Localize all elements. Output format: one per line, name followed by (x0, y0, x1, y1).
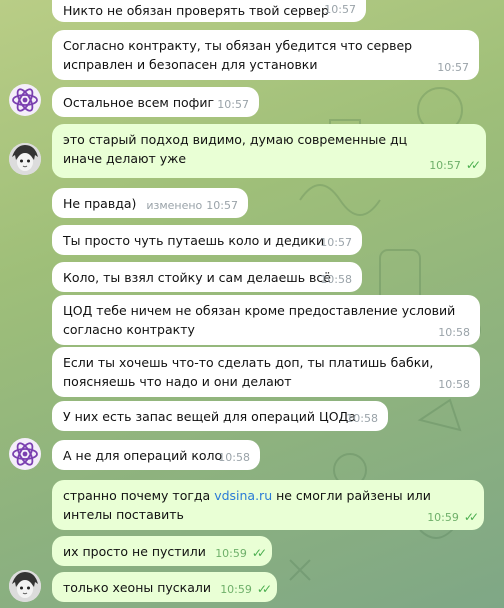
message-text: Коло, ты взял стойку и сам делаешь всё (63, 270, 331, 285)
message-bubble[interactable]: Коло, ты взял стойку и сам делаешь всё 1… (52, 262, 362, 292)
message-bubble[interactable]: Остальное всем пофиг 10:57 (52, 87, 259, 117)
double-check-icon: ✓✓ (251, 546, 267, 560)
message-bubble[interactable]: У них есть запас вещей для операций ЦОДа… (52, 401, 388, 431)
message-time: 10:58 (320, 273, 352, 286)
message-time: 10:57 (217, 98, 249, 111)
sender-avatar[interactable] (9, 570, 41, 602)
message-bubble[interactable]: ЦОД тебе ничем не обязан кроме предостав… (52, 295, 480, 345)
message-time: 10:57 (320, 236, 352, 249)
message-time: 10:57 (437, 61, 469, 74)
message-text: Не правда) (63, 196, 137, 211)
message-text: Согласно контракту, ты обязан убедится ч… (63, 38, 413, 72)
message-time: 10:58 (438, 378, 470, 391)
message-bubble[interactable]: это старый подход видимо, думаю современ… (52, 124, 486, 178)
message-bubble[interactable]: Ты просто чуть путаешь коло и дедики 10:… (52, 225, 362, 255)
message-text: А не для операций коло (63, 448, 223, 463)
double-check-icon: ✓✓ (465, 158, 481, 172)
message-text: их просто не пустили (63, 544, 206, 559)
message-time: 10:59 ✓✓ (220, 582, 272, 596)
anime-avatar-icon (9, 143, 41, 175)
message-time: 10:58 (346, 412, 378, 425)
double-check-icon: ✓✓ (256, 582, 272, 596)
sender-avatar[interactable] (9, 84, 41, 116)
message-bubble[interactable]: Никто не обязан проверять твой сервер 10… (52, 0, 366, 22)
message-text: странно почему тогда vdsina.ru не смогли… (63, 488, 431, 522)
sender-avatar[interactable] (9, 143, 41, 175)
atom-avatar-icon (12, 88, 38, 112)
message-bubble[interactable]: Согласно контракту, ты обязан убедится ч… (52, 30, 479, 80)
message-text: только хеоны пускали (63, 580, 211, 595)
message-bubble[interactable]: только хеоны пускали 10:59 ✓✓ (52, 572, 277, 602)
message-time: 10:58 (438, 326, 470, 339)
message-time: 10:59 ✓✓ (215, 546, 267, 560)
message-time: 10:58 (218, 451, 250, 464)
atom-avatar-icon (12, 442, 38, 466)
edited-label: изменено (146, 199, 203, 212)
message-time: 10:59 ✓✓ (427, 510, 479, 524)
anime-avatar-icon (9, 570, 41, 602)
message-bubble[interactable]: А не для операций коло 10:58 (52, 440, 260, 470)
message-text: это старый подход видимо, думаю современ… (63, 132, 408, 166)
message-link[interactable]: vdsina.ru (214, 488, 272, 503)
message-text: Никто не обязан проверять твой сервер (63, 3, 329, 18)
message-bubble[interactable]: Если ты хочешь что-то сделать доп, ты пл… (52, 347, 480, 397)
double-check-icon: ✓✓ (463, 510, 479, 524)
message-time: изменено 10:57 (146, 199, 238, 212)
message-time: 10:57 ✓✓ (429, 158, 481, 172)
message-text: У них есть запас вещей для операций ЦОДа (63, 409, 356, 424)
message-bubble[interactable]: Не правда) изменено 10:57 (52, 188, 248, 218)
message-time: 10:57 (324, 3, 356, 16)
message-bubble[interactable]: их просто не пустили 10:59 ✓✓ (52, 536, 272, 566)
message-text: ЦОД тебе ничем не обязан кроме предостав… (63, 303, 456, 337)
message-text: Если ты хочешь что-то сделать доп, ты пл… (63, 355, 434, 389)
message-text: Остальное всем пофиг (63, 95, 215, 110)
message-text: Ты просто чуть путаешь коло и дедики (63, 233, 325, 248)
sender-avatar[interactable] (9, 438, 41, 470)
message-bubble[interactable]: странно почему тогда vdsina.ru не смогли… (52, 480, 484, 530)
